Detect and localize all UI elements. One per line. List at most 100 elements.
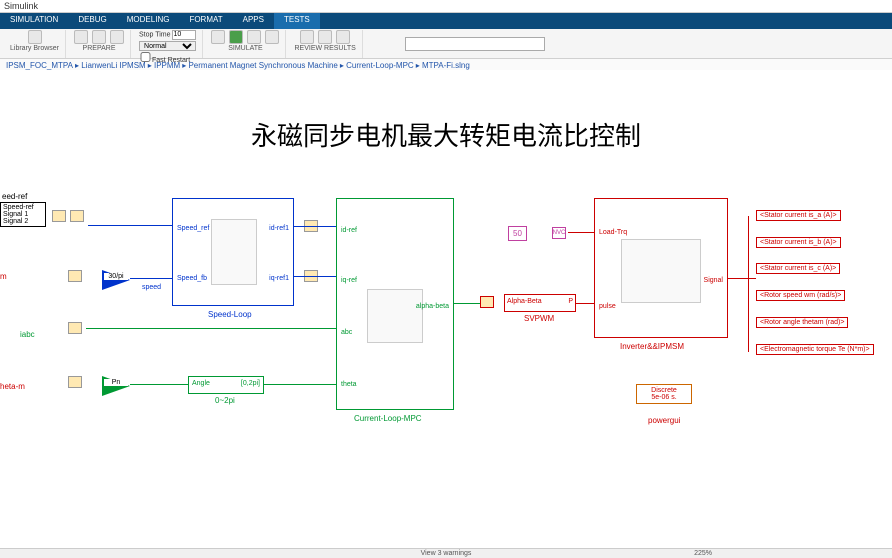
wire [130,384,188,385]
sig0: Speed-ref [3,204,43,211]
library-browser-label: Library Browser [10,45,59,52]
block-nvc[interactable]: NVC [552,227,566,239]
window-title: Simulink [0,0,892,13]
status-center[interactable]: View 3 warnings [421,550,472,557]
wire [294,276,336,277]
stop-icon[interactable] [265,30,279,44]
toolstrip: Library Browser PREPARE Stop Time Normal… [0,29,892,59]
from-iabc[interactable] [68,322,82,334]
logic-analyzer-icon[interactable] [318,30,332,44]
current-loop-label: Current-Loop-MPC [354,414,422,423]
statusbar: View 3 warnings 225% [0,548,892,558]
mode-select[interactable]: Normal [139,41,196,51]
fast-restart-check[interactable] [139,52,152,62]
port-alpha-beta-in: Alpha-Beta [507,298,542,305]
m-label: m [0,272,7,281]
tab-tests[interactable]: TESTS [274,13,320,29]
speed-loop-label: Speed-Loop [208,310,252,319]
prepare-label: PREPARE [83,45,116,52]
bus-out-0[interactable]: <Stator current is_a (A)> [756,210,841,221]
canvas[interactable]: 永磁同步电机最大转矩电流比控制 eed-ref Speed-ref Signal… [0,70,892,548]
port-theta: theta [341,381,357,388]
block-current-loop[interactable]: id-ref iq-ref abc theta alpha-beta [336,198,454,410]
bus-out-1[interactable]: <Stator current is_b (A)> [756,237,841,248]
gain-30pi[interactable]: 30/pi [102,270,130,290]
iabc-label: iabc [20,330,35,339]
pg-line2: 5e-06 s. [641,394,687,401]
tab-debug[interactable]: DEBUG [68,13,116,29]
port-iq-ref1: iq-ref1 [269,275,289,282]
step-forward-icon[interactable] [247,30,261,44]
port-speed-ref: Speed_ref [177,225,209,232]
gain-pn-text: Pn [104,379,128,386]
wire [264,384,336,385]
block-speed-loop[interactable]: Speed_ref Speed_fb id-ref1 iq-ref1 [172,198,294,306]
bus-out-3[interactable]: <Rotor speed wm (rad/s)> [756,290,845,301]
data-inspector-icon[interactable] [300,30,314,44]
block-angle-conv[interactable]: Angle [0,2pi] [188,376,264,394]
port-speed-fb: Speed_fb [177,275,207,282]
wire [568,232,594,233]
angle-out: [0,2pi] [241,380,260,387]
theta-m-label: heta-m [0,382,25,391]
port-idref: id-ref [341,227,357,234]
block-svpwm[interactable]: Alpha-Beta P [504,294,576,312]
port-load-trq: Load-Trq [599,229,627,236]
sig1: Signal 1 [3,211,43,218]
stop-time-label: Stop Time [139,31,171,38]
review-label: REVIEW RESULTS [294,45,355,52]
bus-out-2[interactable]: <Stator current is_c (A)> [756,263,840,274]
tab-modeling[interactable]: MODELING [117,13,180,29]
bus-out-4[interactable]: <Rotor angle thetam (rad)> [756,317,848,328]
group-simulate: SIMULATE [205,30,286,58]
gain-pn[interactable]: Pn [102,376,130,396]
signal-table-icon[interactable] [92,30,106,44]
step-back-icon[interactable] [211,30,225,44]
diagram-title: 永磁同步电机最大转矩电流比控制 [251,116,641,153]
birds-eye-icon[interactable] [336,30,350,44]
tab-format[interactable]: FORMAT [179,13,232,29]
signal-builder[interactable]: Speed-ref Signal 1 Signal 2 [0,202,46,227]
inverter-inner [621,239,701,303]
outport-speedref[interactable] [52,210,66,222]
port-P: P [568,298,573,305]
wire [130,278,172,279]
port-iqref: iq-ref [341,277,357,284]
simulate-label: SIMULATE [228,45,263,52]
angle-in: Angle [192,380,210,387]
mux-svpwm[interactable] [480,296,494,308]
block-inverter[interactable]: Load-Trq pulse Signal [594,198,728,338]
tab-simulation[interactable]: SIMULATION [0,13,68,29]
speed-ref-net: eed-ref [2,192,27,201]
tab-apps[interactable]: APPS [233,13,274,29]
signal-icon[interactable] [74,30,88,44]
gain-30pi-text: 30/pi [104,273,128,280]
inverter-label: Inverter&&IPMSM [620,342,684,351]
bus-out-5[interactable]: <Electromagnetic torque Te (N*m)> [756,344,874,355]
viewers-icon[interactable] [110,30,124,44]
wire [748,216,749,352]
status-zoom[interactable]: 225% [694,550,712,557]
wire [576,303,594,304]
angle-conv-label: 0~2pi [215,396,235,405]
from-wm[interactable] [68,270,82,282]
wire [86,328,336,329]
wire [728,278,756,279]
port-id-ref1: id-ref1 [269,225,289,232]
from-theta[interactable] [68,376,82,388]
block-const-50[interactable]: 50 [508,226,527,241]
current-loop-inner [367,289,423,343]
run-icon[interactable] [229,30,243,44]
group-library: Library Browser [4,30,66,58]
search-input[interactable] [405,37,545,51]
block-powergui[interactable]: Discrete 5e-06 s. [636,384,692,404]
library-browser-icon[interactable] [28,30,42,44]
wire [88,225,172,226]
goto-speedref[interactable] [70,210,84,222]
stop-time-input[interactable] [172,30,196,40]
port-alphabeta: alpha-beta [416,303,449,310]
group-prepare: PREPARE [68,30,131,58]
powergui-label: powergui [648,416,680,425]
speed-loop-inner [211,219,257,285]
group-sim-settings: Stop Time Normal Fast Restart [133,30,203,58]
